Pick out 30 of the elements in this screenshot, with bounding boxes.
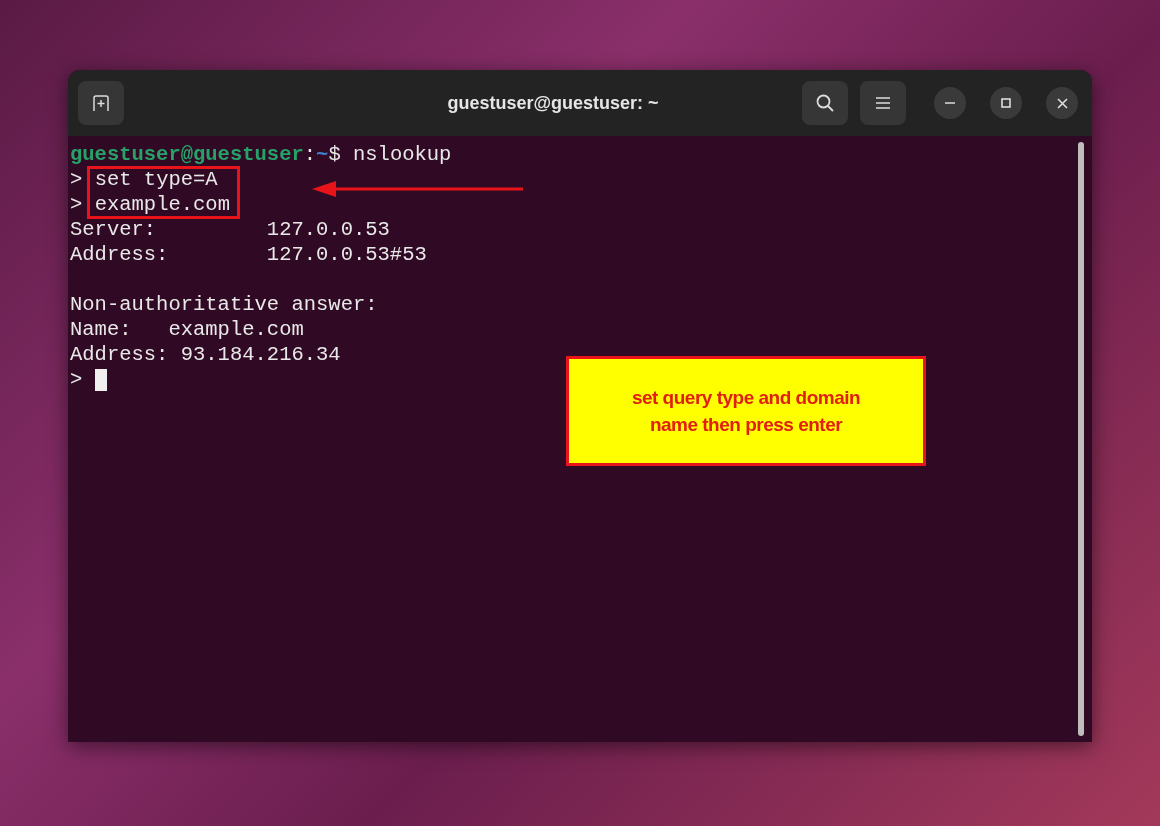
callout-text: set query type and domain name then press enter <box>630 386 862 437</box>
text-cursor <box>94 368 107 391</box>
input-text: example.com <box>94 193 230 216</box>
prompt-path: ~ <box>316 143 329 166</box>
output-line: Server: 127.0.0.53 <box>70 218 390 241</box>
command-text: nslookup <box>353 143 452 166</box>
close-icon <box>1056 97 1068 109</box>
output-line: Address: 127.0.0.53#53 <box>70 243 427 266</box>
prompt-user-host: guestuser@guestuser <box>70 143 304 166</box>
input-text: set type=A <box>94 168 218 191</box>
minimize-icon <box>945 102 955 104</box>
new-tab-button[interactable] <box>78 81 124 125</box>
close-button[interactable] <box>1046 87 1078 119</box>
search-button[interactable] <box>802 81 848 125</box>
scrollbar[interactable] <box>1078 142 1084 736</box>
prompt-symbol: > <box>70 368 83 391</box>
window-title: guestuser@guestuser: ~ <box>446 91 659 115</box>
maximize-button[interactable] <box>990 87 1022 119</box>
output-line: Name: example.com <box>70 318 304 341</box>
maximize-icon <box>1001 98 1011 108</box>
prompt-symbol: > <box>70 168 83 191</box>
prompt-symbol: > <box>70 193 83 216</box>
menu-button[interactable] <box>860 81 906 125</box>
output-line: Address: 93.184.216.34 <box>70 343 341 366</box>
prompt-separator: : <box>303 143 317 166</box>
output-line: Non-authoritative answer: <box>70 293 378 316</box>
menu-icon <box>875 96 891 110</box>
search-icon <box>815 93 835 113</box>
new-tab-icon <box>92 94 110 112</box>
prompt-symbol: $ <box>328 143 341 166</box>
